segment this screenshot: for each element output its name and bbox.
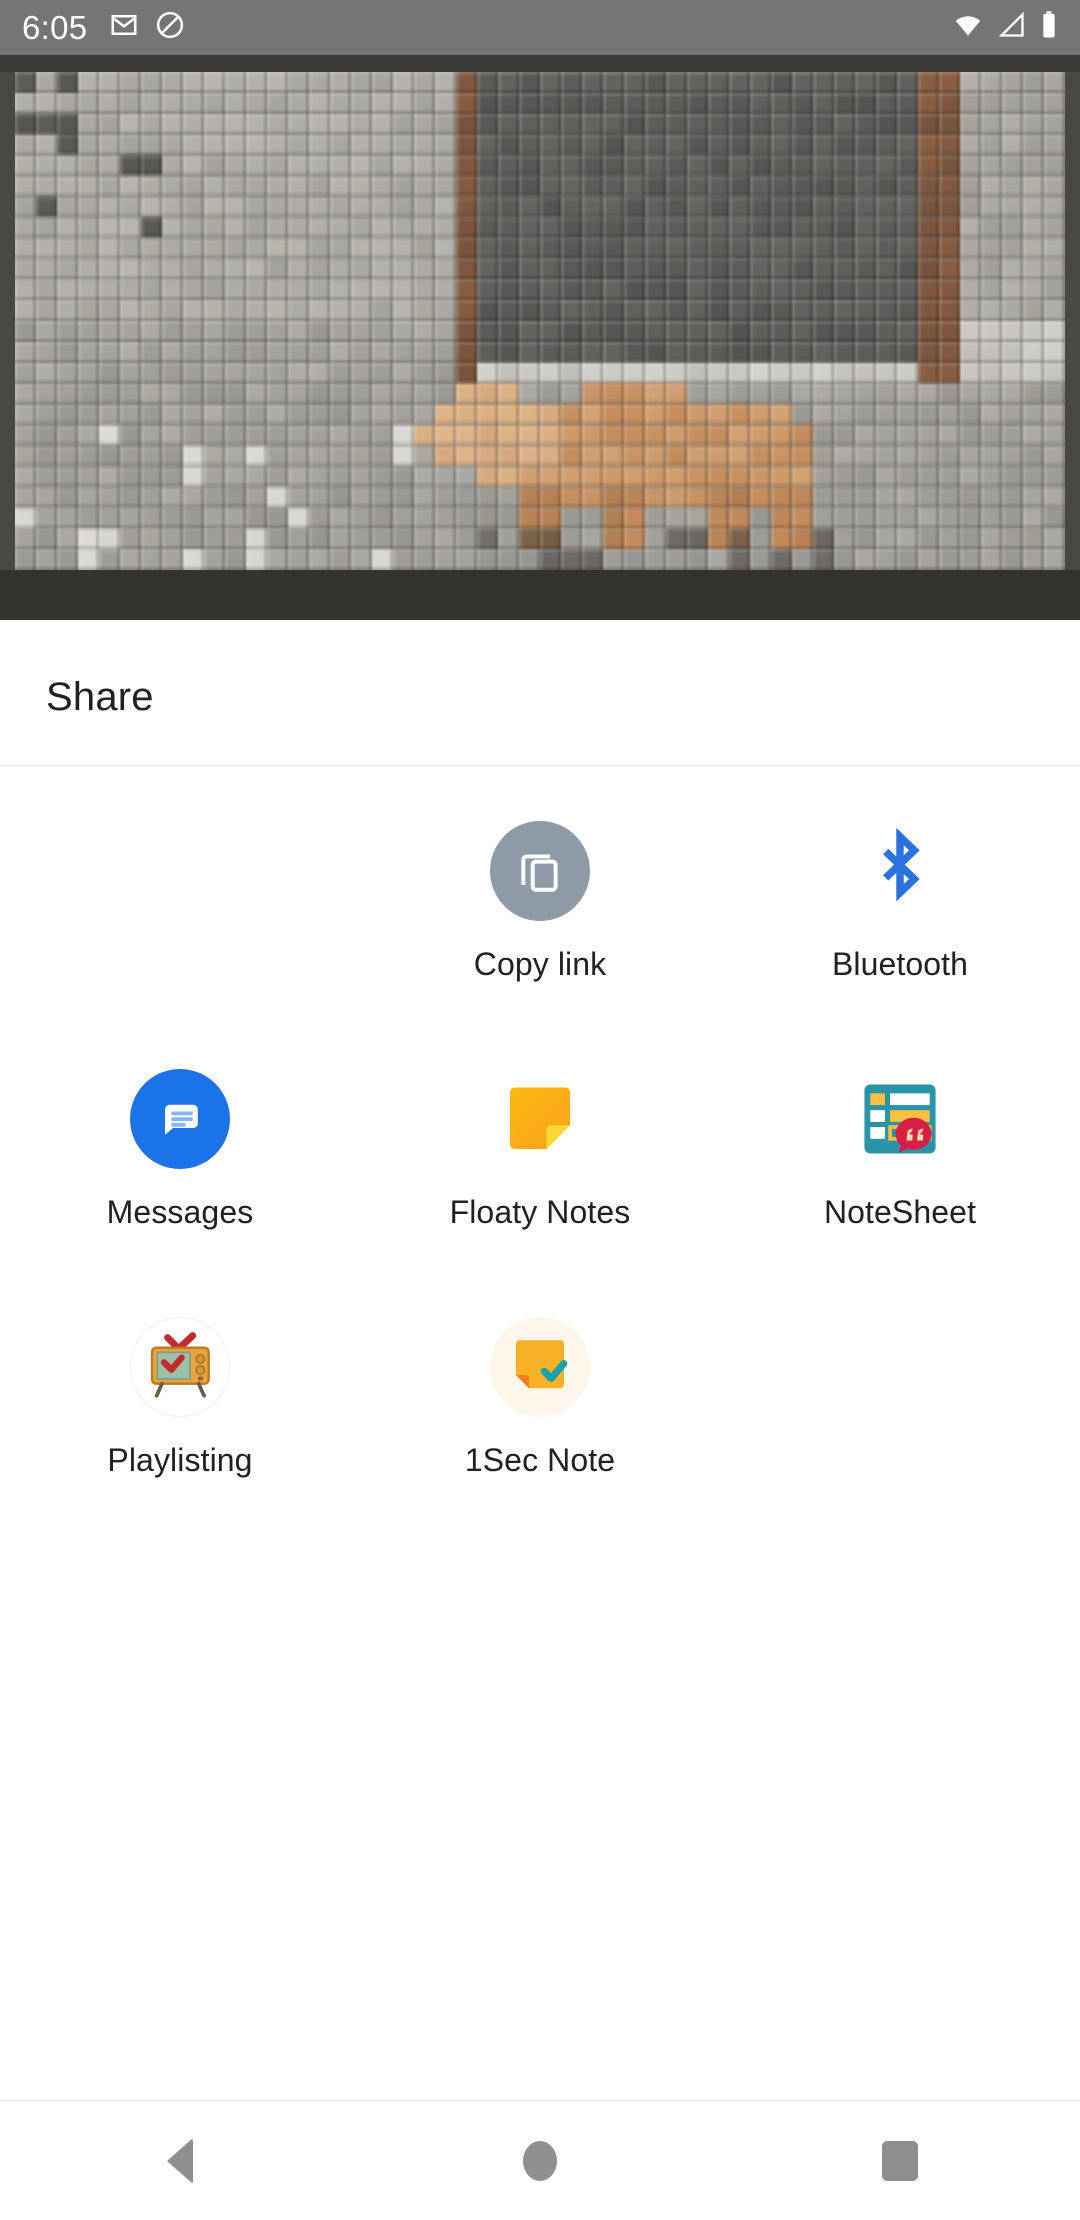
status-bar: 6:05 — [0, 0, 1080, 55]
share-target-label: Copy link — [473, 946, 607, 982]
share-target-bluetooth[interactable]: Bluetooth — [720, 800, 1080, 1048]
share-target-playlisting[interactable]: Playlisting — [0, 1296, 360, 1544]
share-target-messages[interactable]: Messages — [0, 1048, 360, 1296]
battery-icon — [1040, 10, 1058, 45]
shared-image-preview — [0, 55, 1080, 620]
share-target-label: Bluetooth — [831, 946, 969, 982]
google-messages-icon — [130, 1069, 230, 1169]
share-target-label: Floaty Notes — [449, 1194, 631, 1230]
share-target-copy-link[interactable]: Copy link — [360, 800, 720, 1048]
back-triangle-icon — [167, 2137, 193, 2184]
notesheet-icon — [864, 1084, 936, 1154]
share-sheet-panel: Share Copy link Bluetooth Messages Float… — [0, 620, 1080, 2100]
status-bar-clock: 6:05 — [22, 9, 88, 46]
recents-square-icon — [882, 2140, 918, 2181]
nav-recents-button[interactable] — [720, 2140, 1080, 2181]
wifi-icon — [952, 11, 984, 44]
status-bar-system-icons — [952, 10, 1058, 45]
share-sheet-title: Share — [46, 675, 154, 719]
share-target-row: Messages Floaty Notes NoteSheet — [0, 1048, 1080, 1296]
sticky-note-icon — [509, 1087, 571, 1150]
nav-home-button[interactable] — [360, 2140, 720, 2181]
share-target-grid: Copy link Bluetooth Messages Floaty Note… — [0, 800, 1080, 1544]
sheet-header-divider — [0, 765, 1080, 766]
1sec-note-icon-wrap — [481, 1308, 599, 1426]
preview-letterbox-top — [0, 55, 1080, 72]
share-target-1sec-note[interactable]: 1Sec Note — [360, 1296, 720, 1544]
android-navigation-bar — [0, 2101, 1080, 2220]
cell-signal-icon — [997, 11, 1027, 44]
share-target-notesheet[interactable]: NoteSheet — [720, 1048, 1080, 1296]
playlisting-icon-wrap — [121, 1308, 239, 1426]
share-target-label: 1Sec Note — [464, 1442, 616, 1478]
nav-back-button[interactable] — [0, 2137, 360, 2184]
bluetooth-icon-wrap — [841, 812, 959, 930]
share-target-row: Playlisting 1Sec Note — [0, 1296, 1080, 1544]
copy-link-icon-wrap — [481, 812, 599, 930]
messages-icon-wrap — [121, 1060, 239, 1178]
status-bar-notification-icons — [109, 10, 185, 45]
copy-link-icon — [490, 821, 590, 921]
home-circle-icon — [523, 2140, 557, 2181]
note-check-icon — [490, 1317, 590, 1417]
bluetooth-icon — [883, 828, 920, 902]
notesheet-icon-wrap — [841, 1060, 959, 1178]
share-target-label: Messages — [106, 1194, 254, 1230]
floaty-notes-icon-wrap — [481, 1060, 599, 1178]
preview-letterbox-bottom — [0, 570, 1080, 620]
pixelated-photo — [15, 72, 1065, 570]
share-target-label: NoteSheet — [823, 1194, 977, 1230]
gmail-icon — [109, 10, 139, 45]
share-sheet-screen: 6:05 Share Copy link Bluetooth Messages … — [0, 0, 1080, 2220]
share-target-label: Playlisting — [107, 1442, 253, 1478]
share-target-row: Copy link Bluetooth — [0, 800, 1080, 1048]
retro-tv-icon — [130, 1317, 230, 1417]
do-not-disturb-icon — [155, 10, 185, 45]
share-target-floaty-notes[interactable]: Floaty Notes — [360, 1048, 720, 1296]
